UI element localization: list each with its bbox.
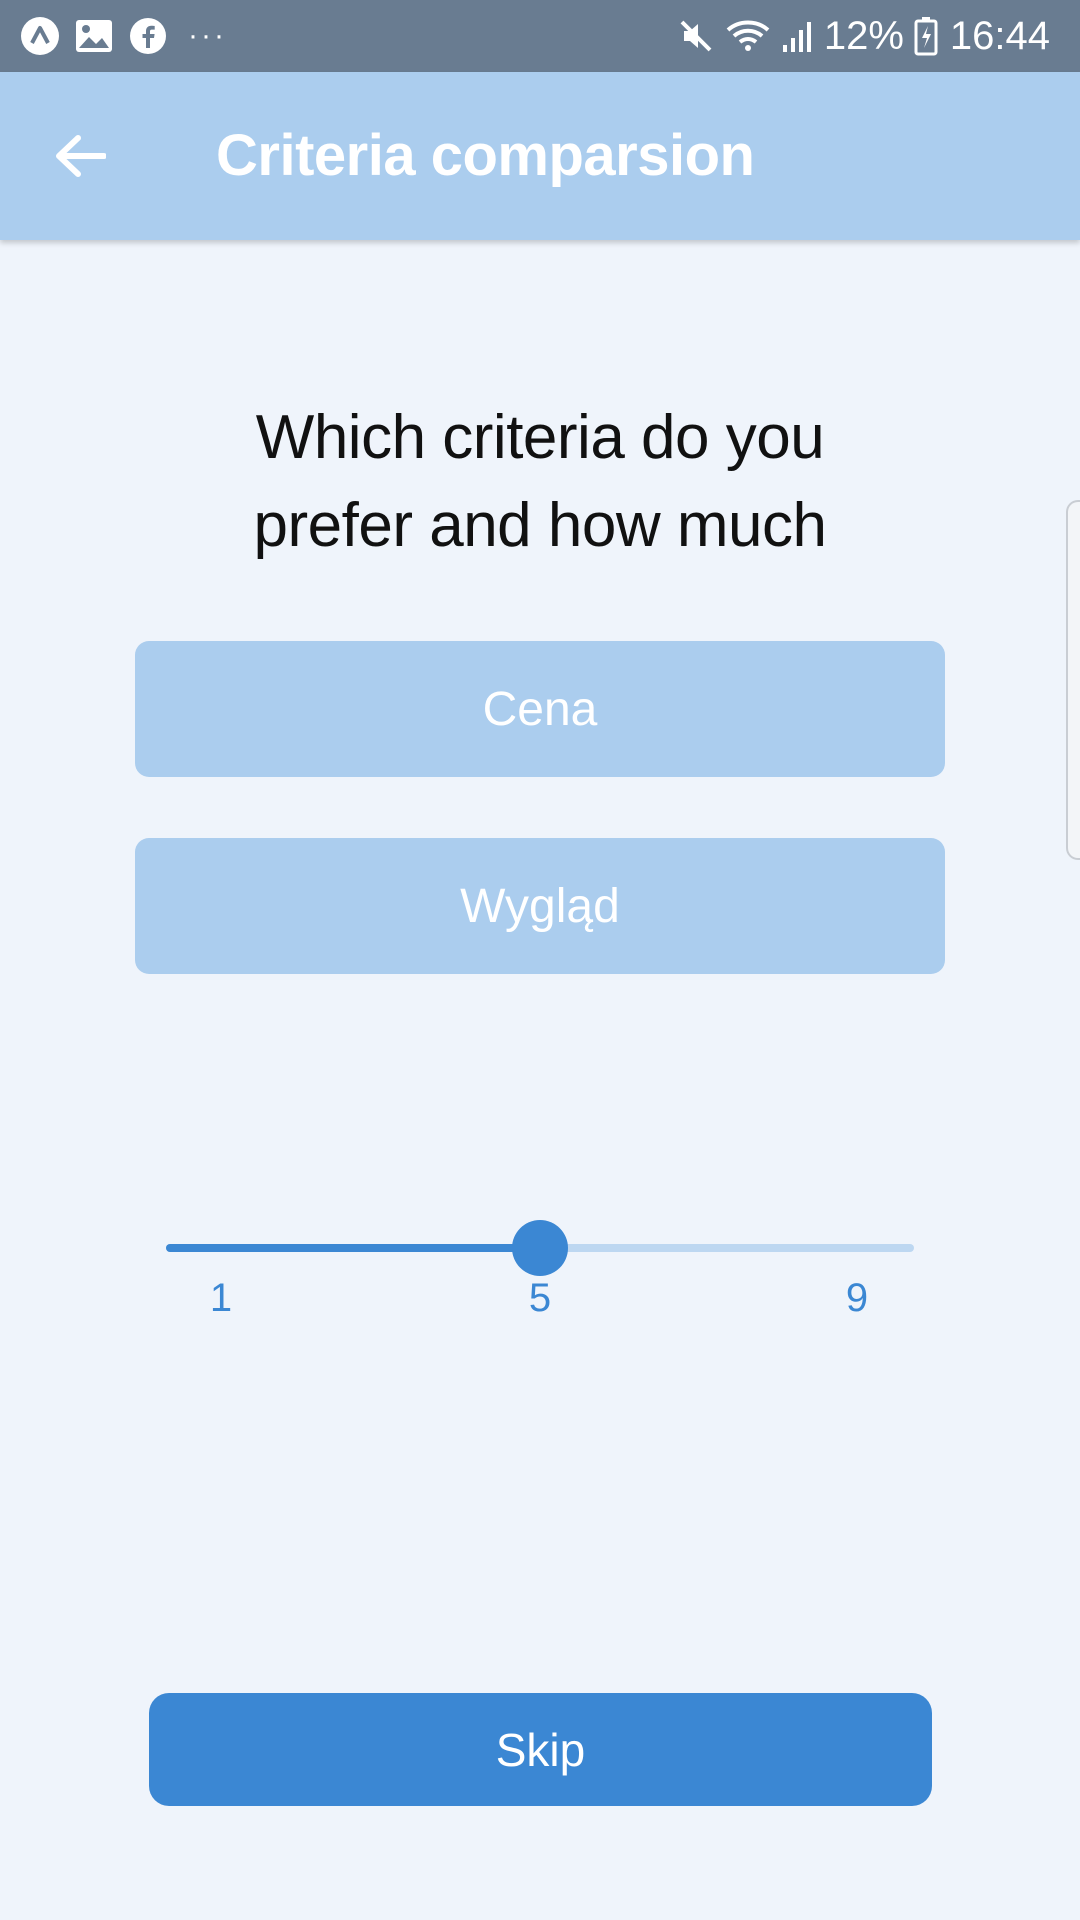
slider-tick-min: 1 [209,1276,233,1320]
slider-thumb[interactable] [512,1220,568,1276]
question-line-1: Which criteria do you [255,403,825,472]
mute-icon [680,20,712,52]
slider-track-fill [166,1244,540,1252]
facebook-icon [128,16,168,56]
status-bar: ··· 12% 16:44 [0,0,1080,72]
gallery-icon [74,16,114,56]
slider-tick-max: 9 [845,1276,869,1320]
app-bar: Criteria comparsion [0,72,1080,240]
preference-slider[interactable] [166,1218,914,1278]
battery-percentage: 12% [823,14,904,58]
clock: 16:44 [949,14,1050,58]
signal-icon [782,22,811,52]
question-text: Which criteria do you prefer and how muc… [140,394,940,570]
arrow-left-icon [56,135,106,177]
criteria-box-cena: Cena [135,641,945,777]
skip-button[interactable]: Skip [149,1693,932,1806]
edge-panel-handle[interactable] [1066,500,1080,860]
battery-icon [914,17,938,56]
page-title: Criteria comparsion [216,123,755,188]
status-left-icons: ··· [20,16,227,56]
back-button[interactable] [48,124,112,188]
app-a-icon [20,16,60,56]
slider-tick-mid: 5 [528,1276,552,1320]
wifi-icon [726,20,770,51]
more-notifications-indicator: ··· [188,19,227,52]
criteria-box-wyglad: Wygląd [135,838,945,974]
status-right-icons: 12% 16:44 [678,14,1050,58]
question-line-2: prefer and how much [253,491,827,560]
